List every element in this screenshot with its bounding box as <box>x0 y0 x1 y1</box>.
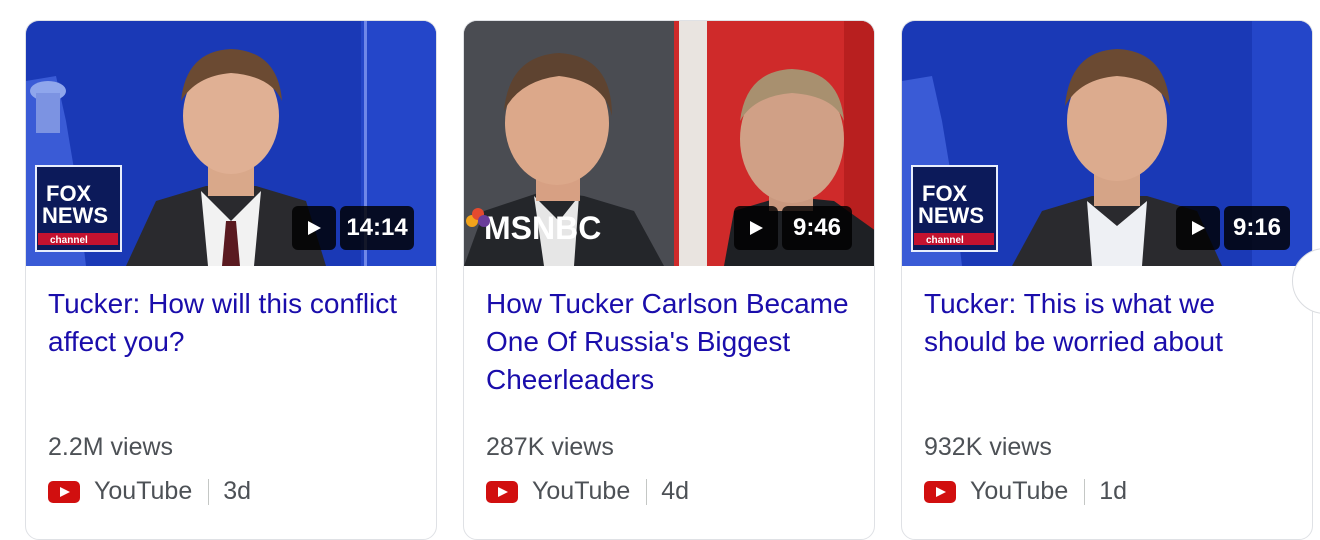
video-source: YouTube 1d <box>924 477 1127 506</box>
video-source: YouTube 3d <box>48 477 251 506</box>
play-button[interactable] <box>734 206 778 250</box>
video-source: YouTube 4d <box>486 477 689 506</box>
separator <box>1084 478 1086 505</box>
video-duration: 9:46 <box>782 206 852 250</box>
youtube-icon <box>924 480 956 503</box>
channel-logo-news: NEWS <box>42 203 108 228</box>
video-thumbnail[interactable]: FOX NEWS channel 14:14 <box>26 21 436 266</box>
video-age: 3d <box>223 477 252 505</box>
video-duration: 9:16 <box>1224 206 1290 250</box>
view-count: 287K views <box>486 433 614 461</box>
play-icon <box>308 221 321 235</box>
video-thumbnail[interactable]: MSNBC 9:46 <box>464 21 874 266</box>
video-title-link[interactable]: Tucker: How will this conflict affect yo… <box>48 285 418 361</box>
channel-logo-msnbc: MSNBC <box>484 210 601 246</box>
video-thumbnail[interactable]: FOX NEWS channel 9:16 <box>902 21 1312 266</box>
play-icon <box>750 221 763 235</box>
video-age: 1d <box>1099 477 1128 505</box>
source-name: YouTube <box>94 477 193 505</box>
play-icon <box>1192 221 1205 235</box>
source-name: YouTube <box>532 477 631 505</box>
video-age: 4d <box>661 477 690 505</box>
video-card-1[interactable]: FOX NEWS channel 14:14 Tucker: How will … <box>25 20 437 540</box>
video-title-link[interactable]: Tucker: This is what we should be worrie… <box>924 285 1294 361</box>
separator <box>646 478 648 505</box>
video-card-3[interactable]: FOX NEWS channel 9:16 Tucker: This is wh… <box>901 20 1313 540</box>
youtube-icon <box>48 480 80 503</box>
view-count: 2.2M views <box>48 433 174 461</box>
play-button[interactable] <box>1176 206 1220 250</box>
channel-logo-channel: channel <box>50 235 88 246</box>
source-name: YouTube <box>970 477 1069 505</box>
video-title-link[interactable]: How Tucker Carlson Became One Of Russia'… <box>486 285 856 399</box>
video-card-2[interactable]: MSNBC 9:46 How Tucker Carlson Became One… <box>463 20 875 540</box>
video-duration: 14:14 <box>340 206 414 250</box>
channel-logo-channel: channel <box>926 235 964 246</box>
separator <box>208 478 210 505</box>
channel-logo-news: NEWS <box>918 203 984 228</box>
youtube-icon <box>486 480 518 503</box>
view-count: 932K views <box>924 433 1052 461</box>
play-button[interactable] <box>292 206 336 250</box>
